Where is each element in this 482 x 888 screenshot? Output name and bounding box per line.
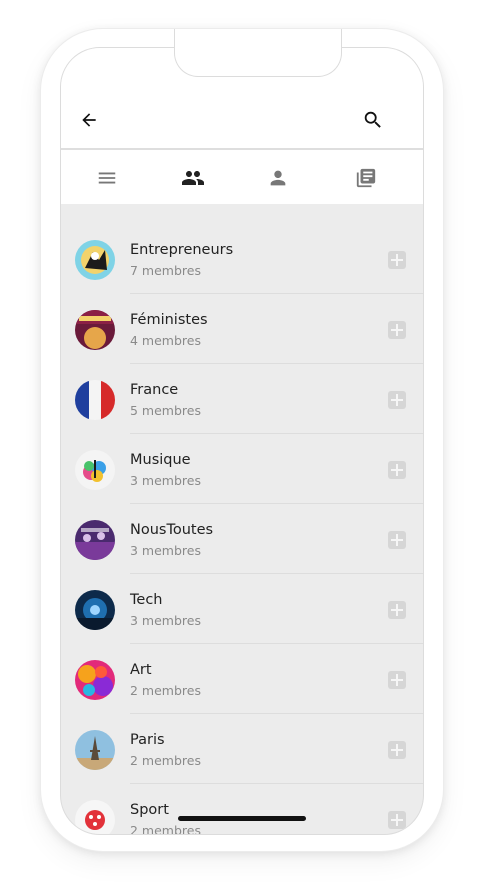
tab-menu[interactable] — [93, 164, 121, 192]
list-item[interactable]: Musique 3 membres — [61, 434, 423, 504]
list-item[interactable]: Paris 2 membres — [61, 714, 423, 784]
member-count: 3 membres — [130, 543, 201, 558]
member-count: 2 membres — [130, 823, 201, 835]
tab-library[interactable] — [352, 164, 380, 192]
group-name: NousToutes — [130, 522, 214, 538]
groups-icon — [182, 171, 204, 185]
member-count: 4 membres — [130, 333, 201, 348]
group-name: Tech — [130, 592, 163, 608]
avatar — [75, 590, 115, 630]
list-item[interactable]: Féministes 4 membres — [61, 294, 423, 364]
list-item[interactable]: Entrepreneurs 7 membres — [61, 224, 423, 294]
tab-groups[interactable] — [179, 164, 207, 192]
add-group-button[interactable] — [388, 321, 406, 339]
person-icon — [270, 170, 286, 186]
tab-profile[interactable] — [264, 164, 292, 192]
group-name: Paris — [130, 732, 165, 748]
arrow-back-icon — [82, 113, 96, 127]
add-group-button[interactable] — [388, 531, 406, 549]
add-group-button[interactable] — [388, 741, 406, 759]
member-count: 2 membres — [130, 753, 201, 768]
search-button[interactable] — [359, 106, 387, 134]
group-name: Sport — [130, 802, 169, 818]
home-indicator[interactable] — [178, 816, 306, 821]
add-group-button[interactable] — [388, 391, 406, 409]
list-item[interactable]: Sport 2 membres — [61, 784, 423, 835]
member-count: 2 membres — [130, 683, 201, 698]
list-item[interactable]: Tech 3 membres — [61, 574, 423, 644]
back-button[interactable] — [75, 106, 103, 134]
group-name: Art — [130, 662, 152, 678]
list-item[interactable]: France 5 membres — [61, 364, 423, 434]
phone-notch — [174, 29, 342, 77]
avatar — [75, 240, 115, 280]
member-count: 7 membres — [130, 263, 201, 278]
group-name: Féministes — [130, 312, 208, 328]
list-item[interactable]: NousToutes 3 membres — [61, 504, 423, 574]
search-icon — [364, 111, 381, 128]
avatar — [75, 380, 115, 420]
list-item[interactable]: Art 2 membres — [61, 644, 423, 714]
library-books-icon — [356, 168, 376, 188]
avatar — [75, 520, 115, 560]
app-screen: Entrepreneurs 7 membres Féministes 4 mem… — [60, 47, 424, 835]
member-count: 5 membres — [130, 403, 201, 418]
avatar — [75, 800, 115, 834]
add-group-button[interactable] — [388, 461, 406, 479]
add-group-button[interactable] — [388, 811, 406, 829]
group-name: Entrepreneurs — [130, 242, 234, 258]
member-count: 3 membres — [130, 613, 201, 628]
member-count: 3 membres — [130, 473, 201, 488]
add-group-button[interactable] — [388, 251, 406, 269]
tab-bar — [61, 150, 423, 204]
add-group-button[interactable] — [388, 671, 406, 689]
group-name: Musique — [130, 452, 191, 468]
avatar — [75, 450, 115, 490]
avatar — [75, 660, 115, 700]
avatar — [75, 310, 115, 350]
menu-icon — [98, 172, 116, 184]
add-group-button[interactable] — [388, 601, 406, 619]
avatar — [75, 730, 115, 770]
group-name: France — [130, 382, 179, 398]
